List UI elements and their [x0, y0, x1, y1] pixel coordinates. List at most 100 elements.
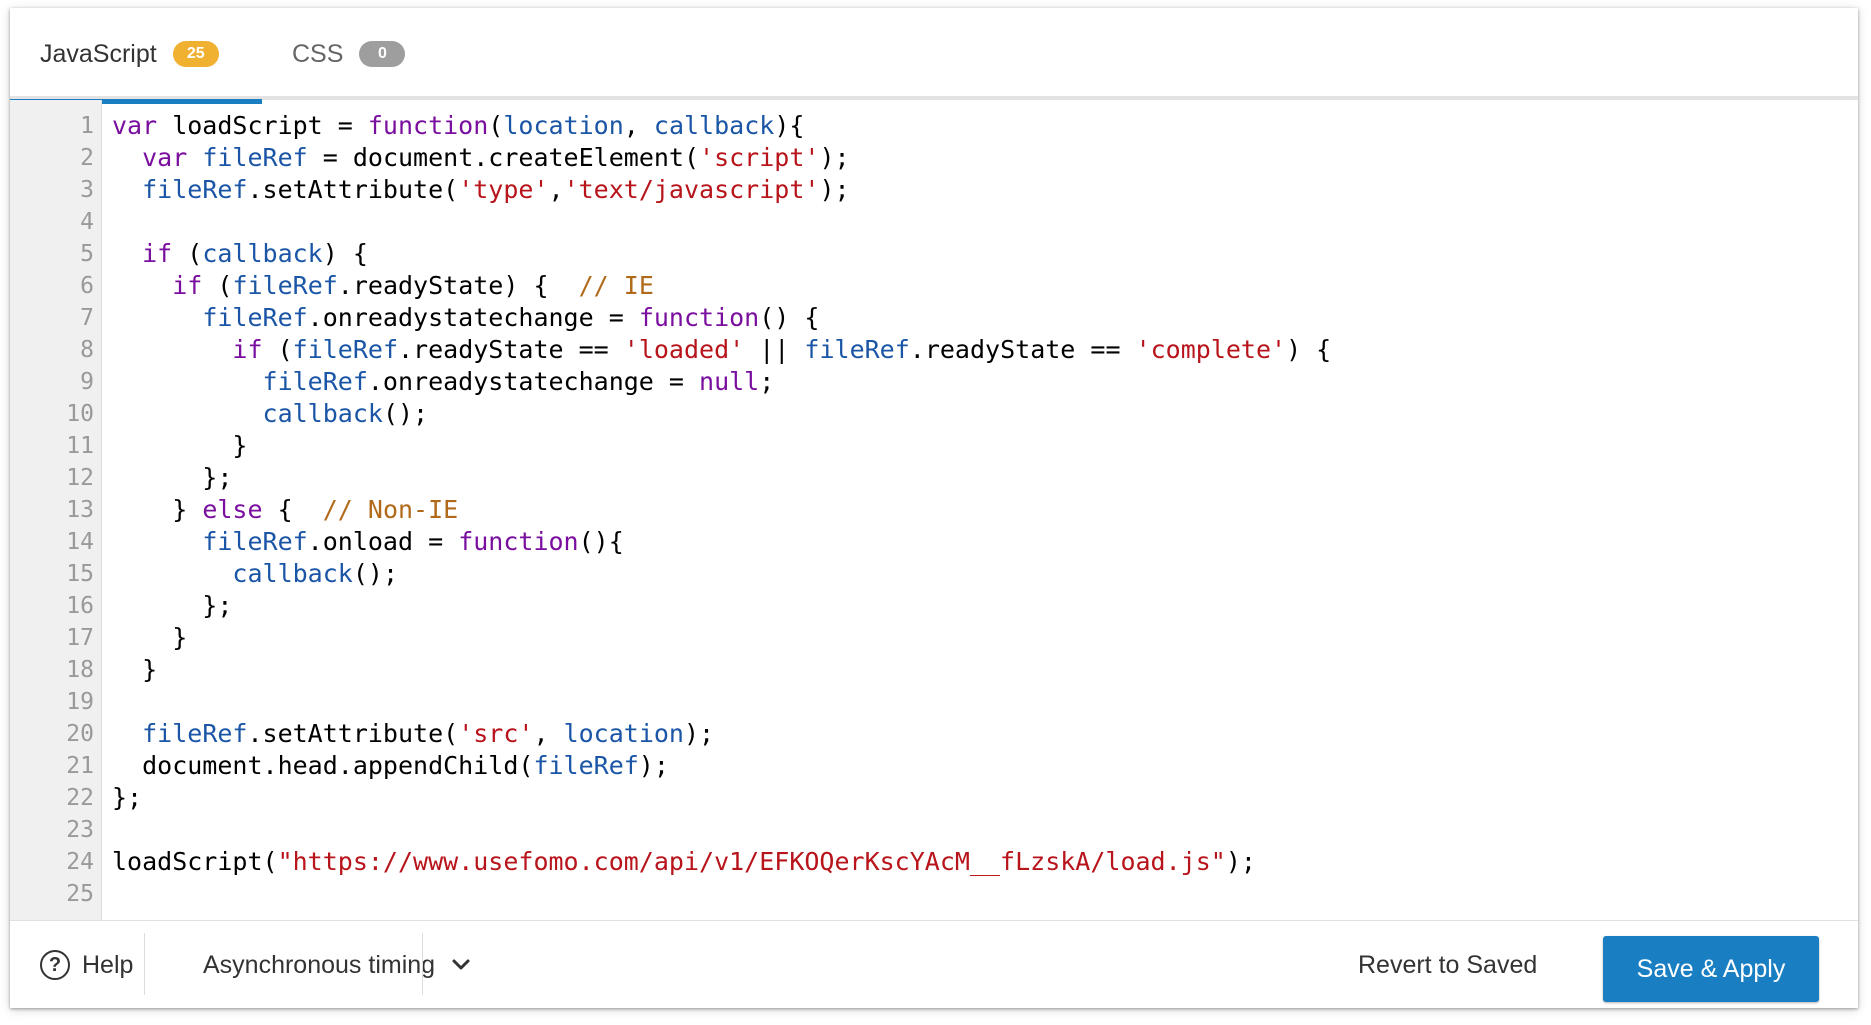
- line-number: 8: [80, 337, 94, 363]
- code-token: // Non-IE: [322, 495, 459, 524]
- code-token: }: [112, 655, 158, 684]
- code-token: function: [458, 527, 579, 556]
- line-number: 23: [66, 817, 94, 843]
- code-line: 14 fileRef.onload = function(){: [10, 526, 1858, 558]
- revert-to-saved-button[interactable]: Revert to Saved: [1358, 937, 1537, 993]
- code-token: callback: [202, 239, 323, 268]
- tab-css-label: CSS: [292, 39, 344, 68]
- code-token: ) {: [322, 239, 368, 268]
- footer-divider: [422, 933, 423, 995]
- code-text: fileRef.onload = function(){: [112, 526, 623, 558]
- code-token: );: [819, 175, 850, 204]
- line-number: 18: [66, 657, 94, 683]
- code-token: (: [202, 271, 233, 300]
- code-text: };: [112, 590, 232, 622]
- code-line: 15 callback();: [10, 558, 1858, 590]
- code-line: 12 };: [10, 462, 1858, 494]
- tab-javascript-badge: 25: [172, 41, 219, 67]
- code-line: 22};: [10, 782, 1858, 814]
- code-text: }: [112, 430, 247, 462]
- help-button[interactable]: ? Help: [40, 937, 133, 993]
- code-lines[interactable]: 1 var loadScript = function(location, cal…: [10, 110, 1858, 910]
- line-number: 12: [66, 465, 94, 491]
- code-token: ) {: [1286, 335, 1332, 364]
- code-token: "https://www.usefomo.com/api/v1/EFKOQerK…: [277, 847, 1226, 876]
- code-line: 25: [10, 878, 1858, 910]
- tab-css-badge: 0: [359, 41, 406, 67]
- code-token: (: [172, 239, 203, 268]
- code-line: 16 };: [10, 590, 1858, 622]
- code-line: 11 }: [10, 430, 1858, 462]
- code-text: document.head.appendChild(fileRef);: [112, 750, 669, 782]
- code-token: .onload =: [307, 527, 459, 556]
- line-number: 6: [80, 273, 94, 299]
- code-line: 9 fileRef.onreadystatechange = null;: [10, 366, 1858, 398]
- code-token: ,: [548, 175, 564, 204]
- code-text: fileRef.setAttribute('type','text/javasc…: [112, 174, 850, 206]
- line-number: 14: [66, 529, 94, 555]
- code-line: 6 if (fileRef.readyState) { // IE: [10, 270, 1858, 302]
- code-line: 24 loadScript("https://www.usefomo.com/ap…: [10, 846, 1858, 878]
- line-number: 1: [80, 113, 94, 139]
- code-line: 10 callback();: [10, 398, 1858, 430]
- code-text: var loadScript = function(location, call…: [112, 110, 804, 142]
- code-token: else: [202, 495, 263, 524]
- code-text: fileRef.onreadystatechange = function() …: [112, 302, 819, 334]
- code-token: callback: [232, 559, 353, 588]
- tab-bar: JavaScript 25 CSS 0: [10, 8, 1858, 104]
- code-token: (: [488, 111, 504, 140]
- code-token: fileRef: [202, 527, 308, 556]
- save-apply-button[interactable]: Save & Apply: [1603, 936, 1819, 1002]
- code-token: 'loaded': [623, 335, 745, 364]
- code-token: fileRef: [533, 751, 639, 780]
- line-number: 7: [80, 305, 94, 331]
- code-line: 13 } else { // Non-IE: [10, 494, 1858, 526]
- line-number: 4: [80, 209, 94, 235]
- code-text: };: [112, 782, 142, 814]
- tab-javascript[interactable]: JavaScript 25: [10, 8, 262, 104]
- code-token: .setAttribute(: [247, 719, 459, 748]
- code-token: callback: [653, 111, 775, 140]
- code-token: location: [503, 111, 624, 140]
- code-token: ){: [774, 111, 805, 140]
- code-token: if: [172, 271, 203, 300]
- code-token: fileRef: [142, 175, 248, 204]
- line-number: 13: [66, 497, 94, 523]
- code-token: .readyState ==: [909, 335, 1136, 364]
- help-label: Help: [82, 950, 134, 979]
- code-text: }: [112, 654, 157, 686]
- code-token: .setAttribute(: [247, 175, 459, 204]
- line-number: 19: [66, 689, 94, 715]
- code-editor[interactable]: 1 var loadScript = function(location, cal…: [10, 100, 1858, 920]
- code-token: .readyState ==: [398, 335, 624, 364]
- code-token: if: [142, 239, 173, 268]
- line-number: 25: [66, 881, 94, 907]
- code-token: loadScript =: [157, 111, 368, 140]
- timing-dropdown[interactable]: Asynchronous timing: [203, 937, 471, 993]
- code-text: } else { // Non-IE: [112, 494, 458, 526]
- code-text: var fileRef = document.createElement('sc…: [112, 142, 849, 174]
- line-number: 3: [80, 177, 94, 203]
- code-token: var: [112, 111, 158, 140]
- code-token: fileRef: [804, 335, 910, 364]
- line-number: 2: [80, 145, 94, 171]
- code-token: }: [112, 431, 248, 460]
- tab-css[interactable]: CSS 0: [262, 8, 442, 100]
- code-token: {: [262, 495, 323, 524]
- code-token: .readyState) {: [337, 271, 579, 300]
- code-line: 4: [10, 206, 1858, 238]
- code-token: 'text/javascript': [563, 175, 820, 204]
- code-token: }: [112, 495, 203, 524]
- code-token: callback: [262, 399, 383, 428]
- code-token: );: [638, 751, 669, 780]
- code-token: if: [232, 335, 263, 364]
- code-token: // IE: [578, 271, 654, 300]
- line-number: 20: [66, 721, 94, 747]
- code-token: );: [1225, 847, 1256, 876]
